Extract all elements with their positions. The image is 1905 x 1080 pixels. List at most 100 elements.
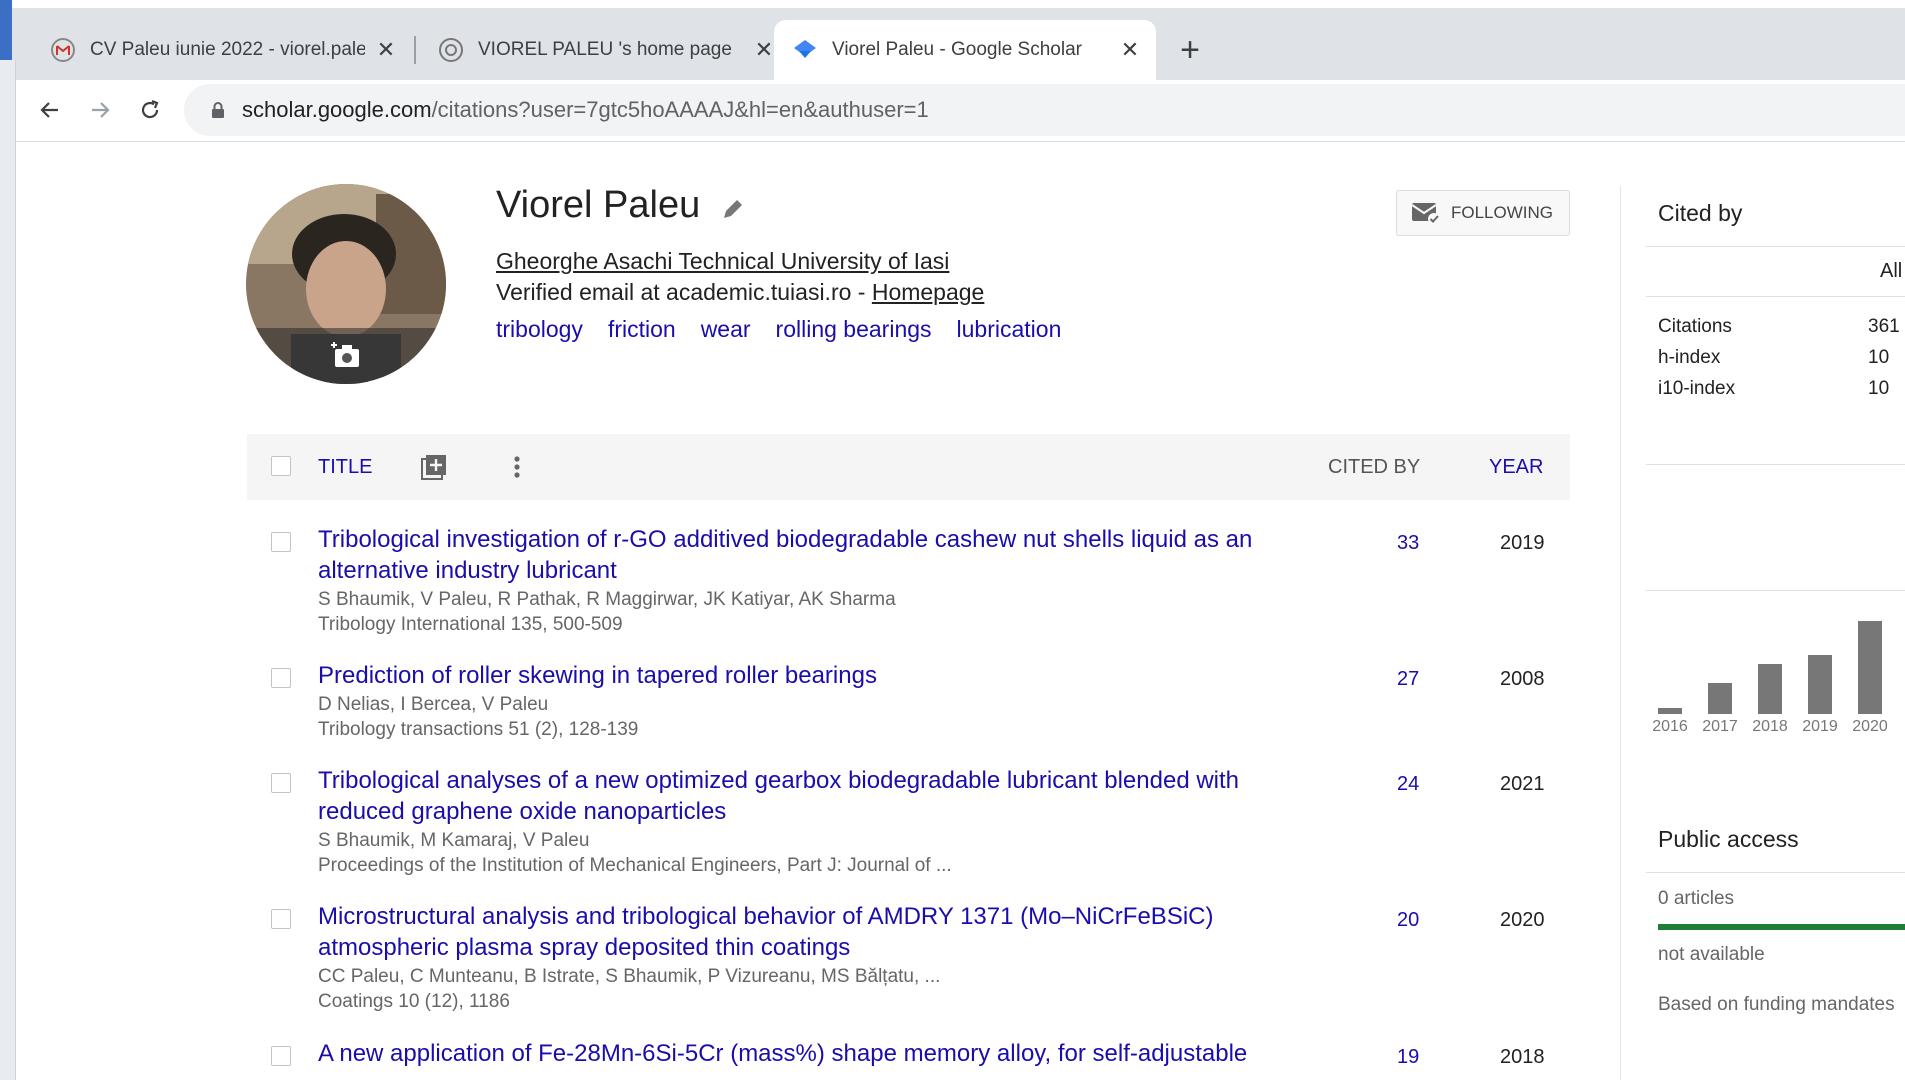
edit-pencil-icon[interactable] bbox=[720, 196, 746, 222]
stat-value-i10-index: 10 bbox=[1868, 378, 1890, 399]
citations-per-year-chart: 2016 2017 2018 2019 2020 bbox=[1640, 600, 1905, 740]
funding-mandates-label: Based on funding mandates bbox=[1658, 994, 1895, 1015]
window-left-border bbox=[0, 60, 16, 1080]
sort-by-title[interactable]: TITLE bbox=[318, 456, 372, 479]
stat-label-citations[interactable]: Citations bbox=[1658, 316, 1732, 338]
chart-bar-2020[interactable] bbox=[1858, 621, 1882, 714]
article-venue: Coatings 10 (12), 1186 bbox=[318, 991, 510, 1012]
cited-by-link[interactable]: 24 bbox=[1397, 773, 1457, 796]
article-year: 2008 bbox=[1500, 668, 1545, 690]
tab-google-scholar[interactable]: Viorel Paleu - Google Scholar ✕ bbox=[774, 20, 1156, 80]
chart-tick-label: 2017 bbox=[1702, 718, 1738, 735]
stat-value-citations: 361 bbox=[1868, 316, 1900, 337]
following-button[interactable]: FOLLOWING bbox=[1396, 190, 1570, 236]
cited-by-link[interactable]: 27 bbox=[1397, 668, 1457, 691]
sort-by-year[interactable]: YEAR bbox=[1489, 456, 1543, 479]
cited-by-link[interactable]: 33 bbox=[1397, 532, 1457, 555]
cited-by-link[interactable]: 19 bbox=[1397, 1046, 1457, 1069]
more-vert-icon[interactable] bbox=[502, 452, 532, 482]
interest-wear[interactable]: wear bbox=[701, 316, 751, 343]
article-year: 2020 bbox=[1500, 909, 1545, 931]
interest-tribology[interactable]: tribology bbox=[496, 316, 583, 343]
row-checkbox[interactable] bbox=[271, 1046, 291, 1066]
sidebar-divider bbox=[1620, 186, 1621, 1080]
articles-table-header: TITLE CITED BY YEAR bbox=[247, 434, 1570, 500]
tab-title: CV Paleu iunie 2022 - viorel.pale bbox=[90, 39, 365, 60]
article-year: 2021 bbox=[1500, 773, 1545, 795]
article-title-link[interactable]: Microstructural analysis and tribologica… bbox=[318, 901, 1318, 963]
avatar[interactable] bbox=[246, 184, 446, 384]
interest-lubrication[interactable]: lubrication bbox=[957, 316, 1062, 343]
interest-friction[interactable]: friction bbox=[608, 316, 676, 343]
article-authors: S Bhaumik, V Paleu, R Pathak, R Maggirwa… bbox=[318, 589, 896, 610]
stat-label-h-index[interactable]: h-index bbox=[1658, 347, 1720, 369]
not-available-label: not available bbox=[1658, 944, 1765, 965]
chart-bar-2016[interactable] bbox=[1658, 708, 1682, 714]
public-access-bar bbox=[1658, 924, 1905, 930]
article-title-link[interactable]: Tribological investigation of r-GO addit… bbox=[318, 524, 1318, 586]
url-path: /citations?user=7gtc5hoAAAAJ&hl=en&authu… bbox=[431, 97, 929, 122]
tab-separator bbox=[414, 36, 416, 64]
tab-title: Viorel Paleu - Google Scholar bbox=[832, 39, 1082, 60]
profile-name: Viorel Paleu bbox=[496, 184, 701, 226]
chart-tick-label: 2016 bbox=[1652, 718, 1688, 735]
article-authors: S Bhaumik, M Kamaraj, V Paleu bbox=[318, 830, 590, 851]
scholar-icon bbox=[792, 37, 818, 63]
chart-tick-label: 2020 bbox=[1852, 718, 1888, 735]
cited-by-link[interactable]: 20 bbox=[1397, 909, 1457, 932]
chart-bar-2019[interactable] bbox=[1808, 655, 1832, 714]
chart-tick-label: 2019 bbox=[1802, 718, 1838, 735]
sort-by-cited[interactable]: CITED BY bbox=[1328, 456, 1420, 479]
reload-icon[interactable] bbox=[130, 90, 170, 130]
back-icon[interactable] bbox=[30, 90, 70, 130]
row-checkbox[interactable] bbox=[271, 909, 291, 929]
article-authors: CC Paleu, C Munteanu, B Istrate, S Bhaum… bbox=[318, 966, 941, 987]
table-row: Tribological analyses of a new optimized… bbox=[247, 765, 1570, 881]
cited-by-heading: Cited by bbox=[1658, 200, 1743, 226]
close-icon[interactable]: ✕ bbox=[1116, 36, 1144, 64]
forward-icon[interactable] bbox=[80, 90, 120, 130]
gmail-icon bbox=[50, 37, 76, 63]
table-row: Microstructural analysis and tribologica… bbox=[247, 901, 1570, 1017]
article-title-link[interactable]: Tribological analyses of a new optimized… bbox=[318, 765, 1318, 827]
tab-home-page[interactable]: VIOREL PALEU 's home page ✕ bbox=[420, 20, 790, 80]
globe-icon bbox=[438, 37, 464, 63]
row-checkbox[interactable] bbox=[271, 773, 291, 793]
article-venue: Tribology International 135, 500-509 bbox=[318, 614, 623, 635]
select-all-checkbox[interactable] bbox=[271, 456, 291, 476]
row-checkbox[interactable] bbox=[271, 668, 291, 688]
new-tab-button[interactable]: + bbox=[1170, 32, 1210, 72]
chart-bar-2017[interactable] bbox=[1708, 683, 1732, 714]
browser-toolbar: scholar.google.com/citations?user=7gtc5h… bbox=[16, 80, 1905, 142]
tab-cv-paleu[interactable]: CV Paleu iunie 2022 - viorel.pale ✕ bbox=[32, 20, 412, 80]
article-title-link[interactable]: Prediction of roller skewing in tapered … bbox=[318, 660, 1318, 691]
affiliation-link[interactable]: Gheorghe Asachi Technical University of … bbox=[496, 248, 949, 275]
homepage-link[interactable]: Homepage bbox=[872, 279, 985, 305]
stat-label-i10-index[interactable]: i10-index bbox=[1658, 378, 1735, 400]
article-year: 2018 bbox=[1500, 1046, 1545, 1068]
table-row: A new application of Fe-28Mn-6Si-5Cr (ma… bbox=[247, 1038, 1570, 1080]
email-text: Verified email at academic.tuiasi.ro - bbox=[496, 279, 872, 305]
chart-bar-2018[interactable] bbox=[1758, 664, 1782, 714]
interest-rolling-bearings[interactable]: rolling bearings bbox=[776, 316, 932, 343]
articles-count[interactable]: 0 articles bbox=[1658, 888, 1734, 910]
public-access-heading: Public access bbox=[1658, 826, 1799, 852]
mail-check-icon bbox=[1411, 203, 1440, 225]
article-title-link[interactable]: A new application of Fe-28Mn-6Si-5Cr (ma… bbox=[318, 1038, 1318, 1069]
address-bar[interactable]: scholar.google.com/citations?user=7gtc5h… bbox=[184, 84, 1905, 136]
browser-chrome: CV Paleu iunie 2022 - viorel.pale ✕ VIOR… bbox=[0, 0, 1905, 142]
window-edge bbox=[0, 0, 12, 60]
table-row: Prediction of roller skewing in tapered … bbox=[247, 660, 1570, 750]
url-host: scholar.google.com bbox=[242, 97, 432, 122]
article-venue: Tribology transactions 51 (2), 128-139 bbox=[318, 719, 639, 740]
close-icon[interactable]: ✕ bbox=[372, 36, 400, 64]
row-checkbox[interactable] bbox=[271, 532, 291, 552]
divider bbox=[1646, 464, 1905, 465]
camera-icon bbox=[331, 342, 359, 367]
url-text: scholar.google.com/citations?user=7gtc5h… bbox=[242, 97, 929, 123]
following-label: FOLLOWING bbox=[1451, 203, 1554, 222]
change-photo-overlay[interactable] bbox=[246, 328, 446, 384]
all-column-header: All bbox=[1880, 260, 1903, 282]
lock-icon bbox=[212, 102, 224, 118]
add-article-icon[interactable] bbox=[419, 452, 449, 482]
